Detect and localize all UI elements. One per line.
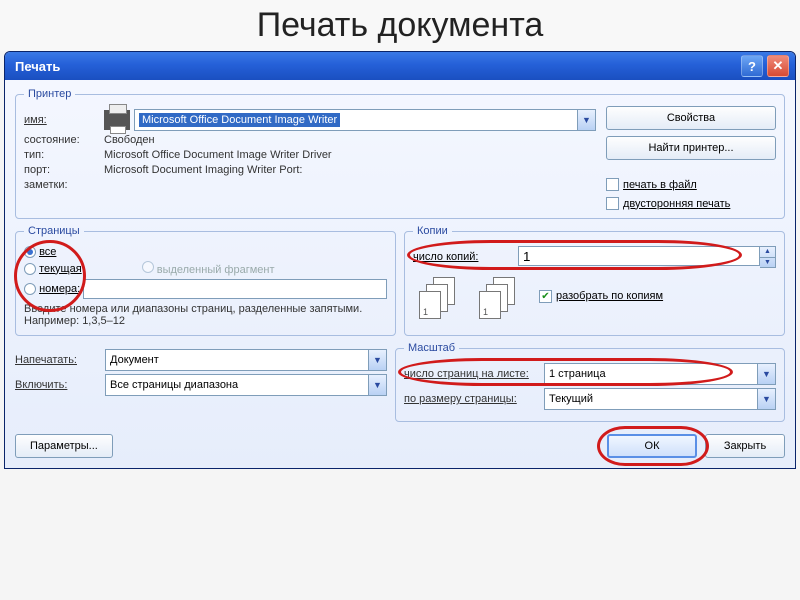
titlebar: Печать ? ✕ (5, 52, 795, 80)
print-what-value: Документ (106, 350, 368, 370)
pages-per-sheet-value: 1 страница (545, 364, 757, 384)
pages-all-radio[interactable] (24, 246, 36, 258)
scale-to-paper-dropdown[interactable]: Текущий ▼ (544, 388, 776, 410)
printer-port-label: порт: (24, 164, 104, 176)
pages-range-input[interactable] (83, 279, 387, 299)
properties-button[interactable]: Свойства (606, 106, 776, 130)
chevron-down-icon: ▼ (757, 364, 775, 384)
print-what-label: Напечатать: (15, 354, 105, 366)
pages-hint: Введите номера или диапазоны страниц, ра… (24, 303, 387, 327)
pages-all-label: все (39, 246, 56, 258)
pages-current-radio[interactable] (24, 263, 36, 275)
print-to-file-checkbox[interactable]: печать в файл (606, 178, 776, 191)
collate-illustration: 3 2 1 3 2 1 (419, 277, 519, 317)
pages-range-label: номера: (39, 283, 80, 295)
pages-selection-label: выделенный фрагмент (157, 264, 275, 276)
pages-selection-radio (142, 261, 154, 273)
printer-legend: Принтер (24, 88, 75, 100)
copies-count-label: число копий: (413, 251, 518, 263)
printer-name-value: Microsoft Office Document Image Writer (139, 113, 340, 127)
print-what-group: Напечатать: Документ ▼ Включить: Все стр… (15, 342, 387, 422)
pages-range-radio[interactable] (24, 283, 36, 295)
print-what-dropdown[interactable]: Документ ▼ (105, 349, 387, 371)
printer-type-value: Microsoft Office Document Image Writer D… (104, 149, 332, 161)
chevron-down-icon: ▼ (577, 110, 595, 130)
include-value: Все страницы диапазона (106, 375, 368, 395)
printer-port-value: Microsoft Document Imaging Writer Port: (104, 164, 302, 176)
pages-legend: Страницы (24, 225, 84, 237)
zoom-group: Масштаб число страниц на листе: 1 страни… (395, 342, 785, 422)
copies-count-input[interactable] (518, 246, 760, 266)
find-printer-button[interactable]: Найти принтер... (606, 136, 776, 160)
printer-icon (104, 110, 130, 130)
printer-name-dropdown[interactable]: Microsoft Office Document Image Writer ▼ (134, 109, 596, 131)
include-label: Включить: (15, 379, 105, 391)
page-heading: Печать документа (0, 0, 800, 51)
copies-spinner[interactable]: ▲▼ (760, 246, 776, 268)
duplex-checkbox[interactable]: двусторонняя печать (606, 197, 776, 210)
print-dialog: Печать ? ✕ Принтер имя: Microsoft Office… (4, 51, 796, 469)
dialog-body: Принтер имя: Microsoft Office Document I… (5, 80, 795, 468)
printer-notes-label: заметки: (24, 179, 104, 191)
pages-per-sheet-dropdown[interactable]: 1 страница ▼ (544, 363, 776, 385)
spinner-down-icon: ▼ (760, 258, 775, 268)
chevron-down-icon: ▼ (757, 389, 775, 409)
copies-legend: Копии (413, 225, 452, 237)
pages-group: Страницы все текущая выделенный фрагмент… (15, 225, 396, 336)
printer-name-label: имя: (24, 114, 104, 126)
copies-group: Копии число копий: ▲▼ 3 2 1 (404, 225, 785, 336)
printer-group: Принтер имя: Microsoft Office Document I… (15, 88, 785, 219)
options-button[interactable]: Параметры... (15, 434, 113, 458)
chevron-down-icon: ▼ (368, 375, 386, 395)
scale-to-paper-value: Текущий (545, 389, 757, 409)
chevron-down-icon: ▼ (368, 350, 386, 370)
include-dropdown[interactable]: Все страницы диапазона ▼ (105, 374, 387, 396)
help-button[interactable]: ? (741, 55, 763, 77)
ok-button[interactable]: ОК (607, 434, 697, 458)
collate-checkbox[interactable]: ✔разобрать по копиям (539, 290, 663, 303)
dialog-footer: Параметры... ОК Закрыть (15, 434, 785, 458)
printer-state-value: Свободен (104, 134, 155, 146)
dialog-title: Печать (15, 59, 737, 74)
spinner-up-icon: ▲ (760, 247, 775, 258)
zoom-legend: Масштаб (404, 342, 459, 354)
printer-type-label: тип: (24, 149, 104, 161)
scale-to-paper-label: по размеру страницы: (404, 393, 544, 405)
printer-state-label: состояние: (24, 134, 104, 146)
window-close-button[interactable]: ✕ (767, 55, 789, 77)
pages-per-sheet-label: число страниц на листе: (404, 368, 544, 380)
close-button[interactable]: Закрыть (705, 434, 785, 458)
pages-current-label: текущая (39, 263, 82, 275)
